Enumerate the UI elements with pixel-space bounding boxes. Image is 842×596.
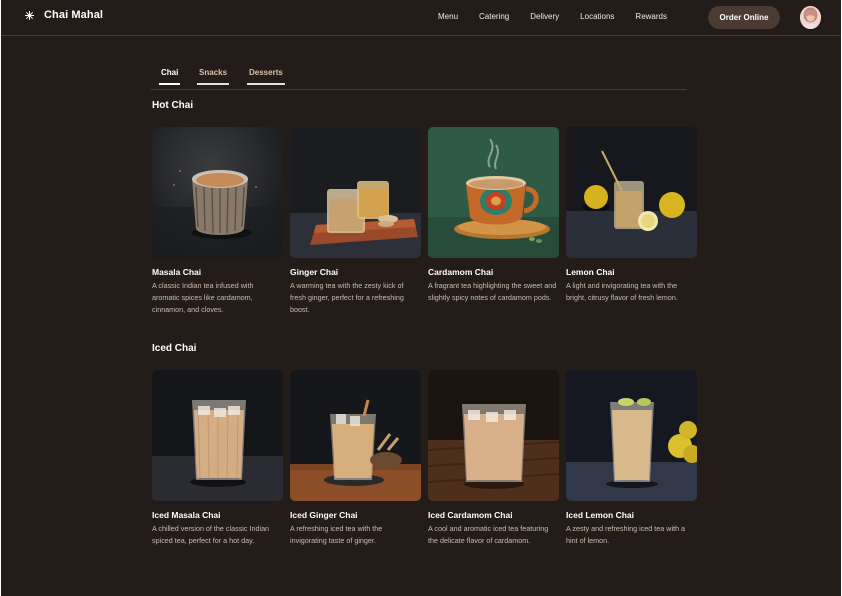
iced-lemon-chai-image: [566, 370, 697, 501]
nav-rewards[interactable]: Rewards: [635, 12, 667, 21]
item-description: A zesty and refreshing iced tea with a h…: [566, 524, 686, 545]
tab-snacks-label: Snacks: [199, 68, 228, 77]
menu-card[interactable]: Iced Masala Chai A chilled version of th…: [152, 370, 283, 547]
nav-locations[interactable]: Locations: [580, 12, 614, 21]
item-description: A chilled version of the classic Indian …: [152, 524, 270, 545]
top-nav-bar: Chai Mahal Menu Catering Delivery Locati…: [1, 0, 841, 36]
tab-chai-label: Chai: [161, 68, 179, 77]
nav-catering[interactable]: Catering: [479, 12, 509, 21]
item-description: A cool and aromatic iced tea featuring t…: [428, 524, 549, 545]
menu-card[interactable]: Iced Ginger Chai A refreshing iced tea w…: [290, 370, 421, 547]
tab-desserts-label: Desserts: [249, 68, 283, 77]
item-name: Ginger Chai: [290, 267, 339, 277]
menu-card[interactable]: Cardamom Chai A fragrant tea highlightin…: [428, 127, 559, 316]
cardamom-chai-image: [428, 127, 559, 258]
tab-chai-underline: [159, 83, 181, 85]
hot-chai-grid: Masala Chai A classic Indian tea infused…: [152, 127, 697, 316]
tab-desserts-underline: [247, 83, 285, 85]
category-tabs: Chai Snacks Desserts: [151, 68, 687, 90]
item-name: Lemon Chai: [566, 267, 615, 277]
item-name: Iced Masala Chai: [152, 510, 221, 520]
iced-ginger-chai-image: [290, 370, 421, 501]
item-name: Iced Lemon Chai: [566, 510, 635, 520]
ginger-chai-image: [290, 127, 421, 258]
item-description: A classic Indian tea infused with aromat…: [152, 281, 254, 314]
iced-masala-chai-image: [152, 370, 283, 501]
masala-chai-image: [152, 127, 283, 258]
menu-card[interactable]: Iced Cardamom Chai A cool and aromatic i…: [428, 370, 559, 547]
item-description: A fragrant tea highlighting the sweet an…: [428, 281, 557, 302]
item-description: A warming tea with the zesty kick of fre…: [290, 281, 404, 314]
app-frame: Chai Mahal Menu Catering Delivery Locati…: [1, 0, 841, 596]
nav-menu[interactable]: Menu: [438, 12, 458, 21]
iced-cardamom-chai-image: [428, 370, 559, 501]
menu-card[interactable]: Masala Chai A classic Indian tea infused…: [152, 127, 283, 316]
brand-logo-icon: [25, 10, 34, 20]
brand-name: Chai Mahal: [44, 9, 104, 21]
item-description: A light and invigorating tea with the br…: [566, 281, 678, 302]
nav-delivery[interactable]: Delivery: [530, 12, 559, 21]
item-name: Cardamom Chai: [428, 267, 494, 277]
brand[interactable]: Chai Mahal: [25, 9, 103, 21]
item-name: Masala Chai: [152, 267, 202, 277]
section-title-iced-chai: Iced Chai: [152, 343, 197, 354]
main-nav: Menu Catering Delivery Locations Rewards: [438, 12, 667, 21]
iced-chai-grid: Iced Masala Chai A chilled version of th…: [152, 370, 697, 547]
tab-snacks-underline: [197, 83, 230, 85]
user-avatar[interactable]: [800, 6, 821, 29]
tab-snacks[interactable]: Snacks: [197, 68, 230, 85]
tab-desserts[interactable]: Desserts: [247, 68, 285, 85]
tab-chai[interactable]: Chai: [159, 68, 181, 85]
order-online-button[interactable]: Order Online: [708, 6, 780, 29]
item-name: Iced Cardamom Chai: [428, 510, 513, 520]
menu-card[interactable]: Ginger Chai A warming tea with the zesty…: [290, 127, 421, 316]
item-description: A refreshing iced tea with the invigorat…: [290, 524, 383, 545]
section-title-hot-chai: Hot Chai: [152, 100, 194, 111]
item-name: Iced Ginger Chai: [290, 510, 358, 520]
lemon-chai-image: [566, 127, 697, 258]
menu-card[interactable]: Iced Lemon Chai A zesty and refreshing i…: [566, 370, 697, 547]
menu-card[interactable]: Lemon Chai A light and invigorating tea …: [566, 127, 697, 316]
